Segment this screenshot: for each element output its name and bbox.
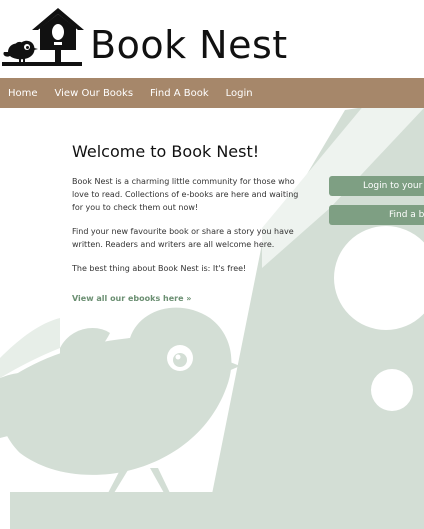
main-section: Welcome to Book Nest! Book Nest is a cha… [0, 108, 424, 529]
intro-paragraph: Book Nest is a charming little community… [72, 177, 299, 212]
site-title: Book Nest [90, 23, 288, 67]
view-all-ebooks-link[interactable]: View all our ebooks here » [72, 294, 191, 303]
welcome-content: Welcome to Book Nest! Book Nest is a cha… [72, 142, 302, 305]
nav-login-link[interactable]: Login [226, 88, 253, 99]
nav-home-link[interactable]: Home [8, 88, 38, 99]
main-nav: Home View Our Books Find A Book Login [0, 78, 424, 108]
invite-paragraph: Find your new favourite book or share a … [72, 227, 294, 249]
page: Book Nest Home View Our Books Find A Boo… [0, 0, 424, 529]
nav-find-book-link[interactable]: Find A Book [150, 88, 209, 99]
site-header: Book Nest [0, 0, 424, 78]
nav-view-books-link[interactable]: View Our Books [55, 88, 134, 99]
free-paragraph: The best thing about Book Nest is: It's … [72, 264, 247, 273]
welcome-heading: Welcome to Book Nest! [72, 142, 260, 161]
find-a-book-button[interactable]: Find a bo [329, 205, 424, 225]
birdhouse-logo-icon[interactable] [2, 6, 84, 70]
login-to-your-account-button[interactable]: Login to your B [329, 176, 424, 196]
